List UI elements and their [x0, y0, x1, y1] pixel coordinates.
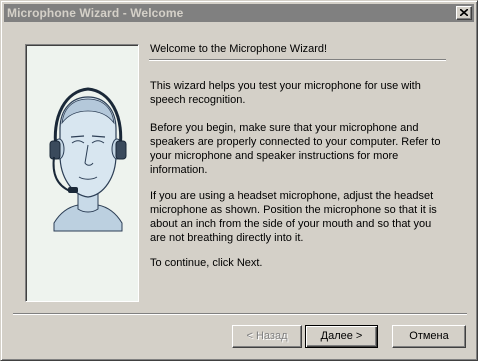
heading-divider — [149, 59, 446, 61]
intro-paragraph: This wizard helps you test your micropho… — [150, 79, 450, 107]
button-separator — [13, 313, 467, 315]
headset-paragraph: If you are using a headset microphone, a… — [150, 189, 450, 245]
title-bar[interactable]: Microphone Wizard - Welcome — [4, 4, 474, 22]
continue-text: To continue, click Next. — [150, 257, 263, 269]
setup-paragraph: Before you begin, make sure that your mi… — [150, 121, 450, 177]
headset-illustration-panel — [25, 44, 139, 302]
microphone-wizard-window: Microphone Wizard - Welcome Welcome to t… — [0, 0, 478, 361]
wizard-heading: Welcome to the Microphone Wizard! — [150, 43, 328, 55]
cancel-button[interactable]: Отмена — [392, 325, 466, 348]
next-button[interactable]: Далее > — [305, 325, 378, 348]
setup-text: Before you begin, make sure that your mi… — [150, 122, 441, 176]
back-button[interactable]: < Назад — [232, 325, 302, 348]
continue-paragraph: To continue, click Next. — [150, 256, 450, 270]
headset-text: If you are using a headset microphone, a… — [150, 190, 437, 244]
close-button[interactable] — [456, 6, 472, 20]
window-title: Microphone Wizard - Welcome — [7, 6, 184, 20]
intro-text: This wizard helps you test your micropho… — [150, 80, 421, 106]
close-icon — [460, 9, 468, 16]
headset-head-illustration — [49, 87, 127, 232]
